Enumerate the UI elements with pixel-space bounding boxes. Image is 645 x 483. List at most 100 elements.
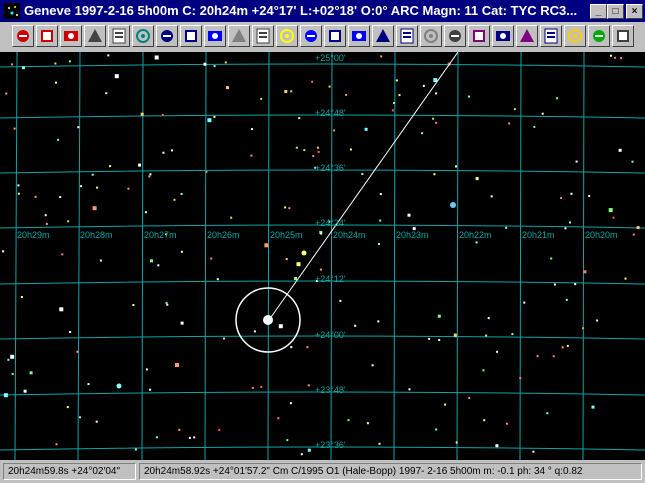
disk-2-button[interactable]	[540, 25, 562, 47]
stars-button[interactable]	[372, 25, 394, 47]
print-preview-button[interactable]	[468, 25, 490, 47]
zoom-reset-button[interactable]	[60, 25, 82, 47]
star	[566, 344, 569, 347]
star	[339, 299, 342, 302]
star	[68, 60, 71, 63]
star	[495, 444, 499, 448]
binoculars-icon	[136, 29, 150, 43]
ra-grid-line	[393, 52, 396, 460]
ra-label: 20h21m	[522, 230, 555, 240]
film-strip-2-button[interactable]	[108, 25, 130, 47]
star	[150, 259, 153, 263]
maximize-button[interactable]: □	[607, 4, 624, 19]
ra-label: 20h28m	[80, 230, 113, 240]
star	[149, 388, 152, 391]
catalog-button[interactable]	[396, 25, 418, 47]
spreadsheet-button[interactable]	[420, 25, 442, 47]
star	[161, 114, 164, 116]
star	[157, 264, 160, 267]
star	[178, 428, 181, 431]
grey-figure-icon	[232, 29, 246, 42]
star	[608, 208, 613, 213]
star	[154, 55, 159, 60]
object-info: 20h24m58.92s +24°01'57.2" Cm C/1995 O1 (…	[139, 463, 642, 480]
zoom-in-button[interactable]	[12, 25, 34, 47]
ra-label: 20h25m	[270, 230, 303, 240]
star	[99, 259, 102, 262]
star	[173, 198, 176, 201]
star	[296, 262, 301, 267]
star	[61, 253, 64, 256]
galaxy-button[interactable]	[252, 25, 274, 47]
star	[140, 112, 144, 116]
dec-label: +23°48'	[315, 385, 346, 395]
close-button[interactable]: ×	[626, 4, 643, 19]
star	[109, 165, 112, 168]
star	[288, 207, 291, 210]
star	[508, 122, 511, 125]
exit-button[interactable]	[612, 25, 634, 47]
star	[59, 307, 64, 312]
star	[311, 80, 314, 83]
star	[618, 148, 622, 152]
film-strip-button[interactable]	[84, 25, 106, 47]
star	[223, 337, 225, 340]
film-strip-icon	[88, 29, 102, 42]
star	[193, 436, 196, 439]
star	[29, 371, 33, 375]
sky-chart[interactable]: 20h29m 20h28m 20h27m 20h26m 20h25m 20h24m 20h2…	[0, 52, 645, 460]
runner-button[interactable]	[588, 25, 610, 47]
printer-button[interactable]	[444, 25, 466, 47]
spiral-button[interactable]	[324, 25, 346, 47]
star	[482, 369, 485, 372]
star	[251, 386, 254, 389]
minimize-button[interactable]: _	[590, 4, 607, 19]
dome-button[interactable]	[204, 25, 226, 47]
star	[285, 258, 288, 261]
star	[391, 109, 394, 112]
grey-figure-button[interactable]	[228, 25, 250, 47]
star	[556, 97, 558, 100]
lightbulb-button[interactable]	[276, 25, 298, 47]
star	[11, 63, 14, 66]
disk-button[interactable]	[516, 25, 538, 47]
star	[260, 97, 263, 100]
film-strip-2-icon	[112, 28, 126, 44]
binoculars-button[interactable]	[132, 25, 154, 47]
star	[278, 324, 283, 329]
star	[444, 403, 447, 406]
star-field-button[interactable]	[156, 25, 178, 47]
title-bar: Geneve 1997-2-16 5h00m C: 20h24m +24°17'…	[0, 0, 645, 22]
ra-label: 20h29m	[17, 230, 50, 240]
star	[553, 283, 556, 286]
star	[371, 364, 374, 367]
star	[105, 92, 108, 95]
dec-label: +24°24'	[315, 218, 346, 228]
help-button[interactable]	[564, 25, 586, 47]
star	[76, 350, 79, 353]
star	[17, 192, 20, 195]
compass-button[interactable]	[300, 25, 322, 47]
star	[216, 278, 219, 281]
star	[10, 354, 15, 359]
cursor-coordinates: 20h24m59.8s +24°02'04"	[3, 463, 136, 480]
star	[511, 333, 514, 336]
star	[96, 186, 99, 189]
star	[264, 243, 269, 248]
star	[224, 61, 227, 64]
constellation-icon	[352, 31, 366, 41]
constellation-button[interactable]	[348, 25, 370, 47]
star	[455, 165, 457, 168]
zoom-out-button[interactable]	[36, 25, 58, 47]
star	[582, 327, 585, 330]
grid-button[interactable]	[180, 25, 202, 47]
comet-nucleus[interactable]	[263, 315, 273, 325]
star	[379, 193, 382, 196]
save-button[interactable]	[492, 25, 514, 47]
star	[560, 197, 563, 199]
star	[532, 450, 535, 453]
star	[408, 388, 411, 391]
star	[570, 192, 573, 195]
star	[250, 154, 253, 157]
zoom-out-icon	[41, 30, 53, 42]
